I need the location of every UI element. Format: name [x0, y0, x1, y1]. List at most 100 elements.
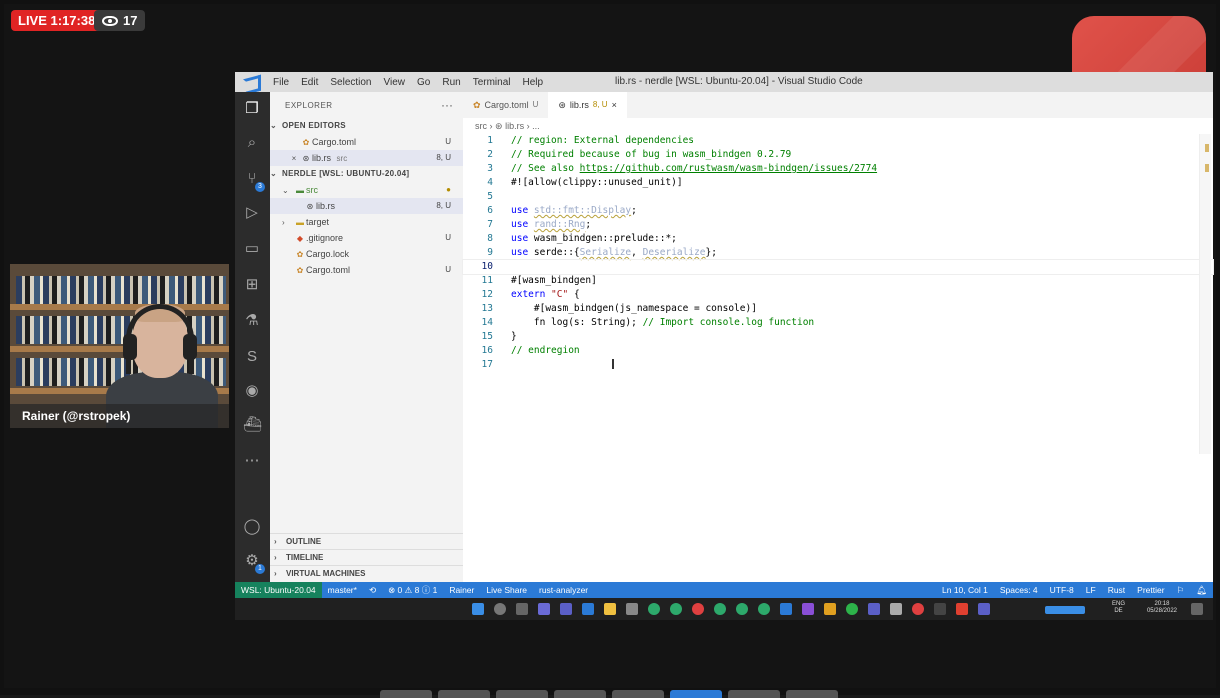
menu-view[interactable]: View: [384, 77, 406, 88]
code-line[interactable]: 12 extern "C" {: [463, 288, 1213, 302]
feedback-icon[interactable]: ⚐: [1177, 585, 1185, 596]
tree-item-lib-rs[interactable]: ⊛ lib.rs 8, U: [270, 198, 463, 214]
edge-icon[interactable]: [648, 603, 660, 615]
powerbi-icon[interactable]: [824, 603, 836, 615]
widgets-icon[interactable]: [538, 603, 550, 615]
code-editor[interactable]: 1 // region: External dependencies 2 // Req…: [462, 134, 1214, 372]
github-icon[interactable]: ◉: [243, 382, 261, 400]
code-line[interactable]: 6 use std::fmt::Display;: [463, 204, 1213, 218]
tree-item-cargo-lock[interactable]: ✿ Cargo.lock: [270, 246, 463, 262]
layout-tab[interactable]: [380, 690, 432, 698]
timeline-section[interactable]: › TIMELINE: [270, 549, 463, 565]
virtual-machines-section[interactable]: › VIRTUAL MACHINES: [270, 565, 463, 581]
start-icon[interactable]: [472, 603, 484, 615]
edge-icon[interactable]: [714, 603, 726, 615]
menu-terminal[interactable]: Terminal: [473, 77, 511, 88]
edge-icon[interactable]: [670, 603, 682, 615]
code-line[interactable]: 17: [463, 358, 1213, 372]
tray-icons[interactable]: [1045, 606, 1085, 614]
settings-icon[interactable]: [626, 603, 638, 615]
code-line[interactable]: 7 use rand::Rng;: [463, 218, 1213, 232]
open-editor-item[interactable]: ✿ Cargo.toml U: [270, 134, 463, 150]
file-explorer-icon[interactable]: [604, 603, 616, 615]
layout-tab[interactable]: [670, 690, 722, 698]
tree-item-target[interactable]: › ▬ target: [270, 214, 463, 230]
problems-indicator[interactable]: ⊗ 0 ⚠ 8 ⓘ 1: [388, 584, 437, 596]
layout-tab[interactable]: [728, 690, 780, 698]
cursor-position[interactable]: Ln 10, Col 1: [942, 585, 988, 595]
layout-tab[interactable]: [612, 690, 664, 698]
workspace-section[interactable]: ⌄ NERDLE [WSL: UBUNTU-20.04]: [270, 166, 463, 182]
code-line[interactable]: 4 #![allow(clippy::unused_unit)]: [463, 176, 1213, 190]
layout-tab[interactable]: [554, 690, 606, 698]
code-line[interactable]: 5: [463, 190, 1213, 204]
whatsapp-icon[interactable]: [846, 603, 858, 615]
code-line[interactable]: 10: [462, 259, 1214, 275]
language-mode[interactable]: Rust: [1108, 585, 1125, 595]
tree-item-cargo-toml[interactable]: ✿ Cargo.toml U: [270, 262, 463, 278]
edge-icon[interactable]: [758, 603, 770, 615]
explorer-icon[interactable]: ❐: [243, 100, 261, 118]
gear-icon[interactable]: [890, 603, 902, 615]
prettier-indicator[interactable]: Prettier: [1137, 585, 1164, 595]
code-line[interactable]: 15}: [463, 330, 1213, 344]
outline-section[interactable]: › OUTLINE: [270, 533, 463, 549]
search-icon[interactable]: [494, 603, 506, 615]
edge-icon[interactable]: [736, 603, 748, 615]
user-indicator[interactable]: Rainer: [449, 585, 474, 595]
chrome-icon[interactable]: [912, 603, 924, 615]
end-of-line[interactable]: LF: [1086, 585, 1096, 595]
code-line[interactable]: 8 use wasm_bindgen::prelude::*;: [463, 232, 1213, 246]
breadcrumb-file[interactable]: lib.rs: [505, 121, 524, 131]
code-line[interactable]: 3 // See also https://github.com/rustwasm…: [463, 162, 1213, 176]
code-line[interactable]: 2 // Required because of bug in wasm_bind…: [463, 148, 1213, 162]
menu-file[interactable]: File: [273, 77, 289, 88]
account-icon[interactable]: ◯: [243, 518, 261, 536]
live-share-button[interactable]: Live Share: [486, 585, 527, 595]
visual-studio-icon[interactable]: [802, 603, 814, 615]
menu-run[interactable]: Run: [442, 77, 460, 88]
code-line[interactable]: 11 #[wasm_bindgen]: [463, 274, 1213, 288]
menu-help[interactable]: Help: [523, 77, 544, 88]
indentation[interactable]: Spaces: 4: [1000, 585, 1038, 595]
obs-icon[interactable]: [956, 603, 968, 615]
menu-selection[interactable]: Selection: [330, 77, 371, 88]
language-indicator[interactable]: ENG DE: [1112, 601, 1125, 615]
code-line[interactable]: 13 #[wasm_bindgen(js_namespace = console…: [463, 302, 1213, 316]
search-icon[interactable]: ⌕: [243, 134, 261, 152]
tree-item-gitignore[interactable]: ◆ .gitignore U: [270, 230, 463, 246]
extensions-icon[interactable]: ⊞: [243, 276, 261, 294]
vscode-icon[interactable]: [780, 603, 792, 615]
rust-analyzer-indicator[interactable]: rust-analyzer: [539, 585, 588, 595]
code-line[interactable]: 14 fn log(s: String); // Import console.…: [463, 316, 1213, 330]
remote-indicator[interactable]: WSL: Ubuntu-20.04: [235, 582, 322, 598]
open-editors-section[interactable]: ⌄ OPEN EDITORS: [270, 118, 463, 134]
close-icon[interactable]: ×: [612, 92, 617, 118]
encoding[interactable]: UTF-8: [1050, 585, 1074, 595]
sync-icon[interactable]: ⟲: [369, 585, 376, 596]
task-view-icon[interactable]: [516, 603, 528, 615]
menu-edit[interactable]: Edit: [301, 77, 318, 88]
layout-tab[interactable]: [438, 690, 490, 698]
layout-tab[interactable]: [786, 690, 838, 698]
branch-indicator[interactable]: master*: [328, 585, 357, 595]
snippets-icon[interactable]: S: [243, 348, 261, 366]
layout-tab[interactable]: [496, 690, 548, 698]
clock[interactable]: 20:18 05/28/2022: [1147, 601, 1177, 615]
teams-icon[interactable]: [560, 603, 572, 615]
run-debug-icon[interactable]: ▷: [243, 204, 261, 222]
open-editor-item[interactable]: × ⊛ lib.rs src 8, U: [270, 150, 463, 166]
more-icon[interactable]: ⋯: [243, 452, 261, 470]
code-line[interactable]: 16 // endregion: [463, 344, 1213, 358]
tab-lib-rs[interactable]: ⊛ lib.rs 8, U ×: [548, 92, 627, 118]
testing-icon[interactable]: ⚗: [243, 312, 261, 330]
code-line[interactable]: 9 use serde::{Serialize, Deserialize};: [463, 246, 1213, 260]
app-icon[interactable]: [868, 603, 880, 615]
more-actions-icon[interactable]: ···: [441, 98, 453, 112]
remote-explorer-icon[interactable]: ▭: [243, 240, 261, 258]
breadcrumb-symbol[interactable]: ...: [532, 121, 540, 131]
app-icon[interactable]: [582, 603, 594, 615]
close-icon[interactable]: ×: [288, 151, 300, 167]
terminal-icon[interactable]: [934, 603, 946, 615]
teams-icon[interactable]: [978, 603, 990, 615]
